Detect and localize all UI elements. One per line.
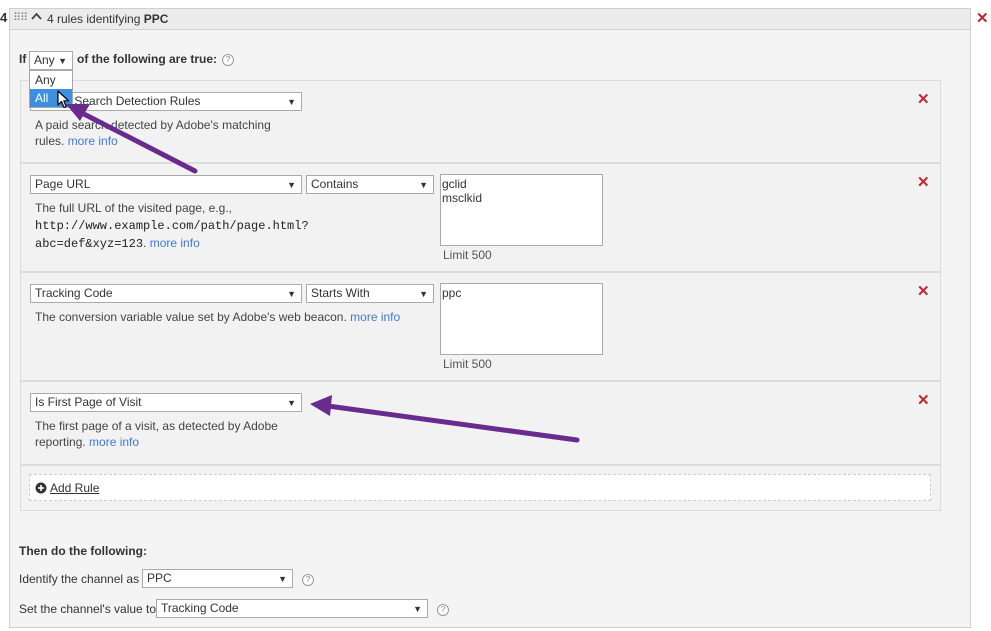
annotation-arrow-2 [310, 395, 580, 443]
annotation-arrow-1 [66, 104, 198, 174]
annotation-arrows [66, 104, 580, 443]
